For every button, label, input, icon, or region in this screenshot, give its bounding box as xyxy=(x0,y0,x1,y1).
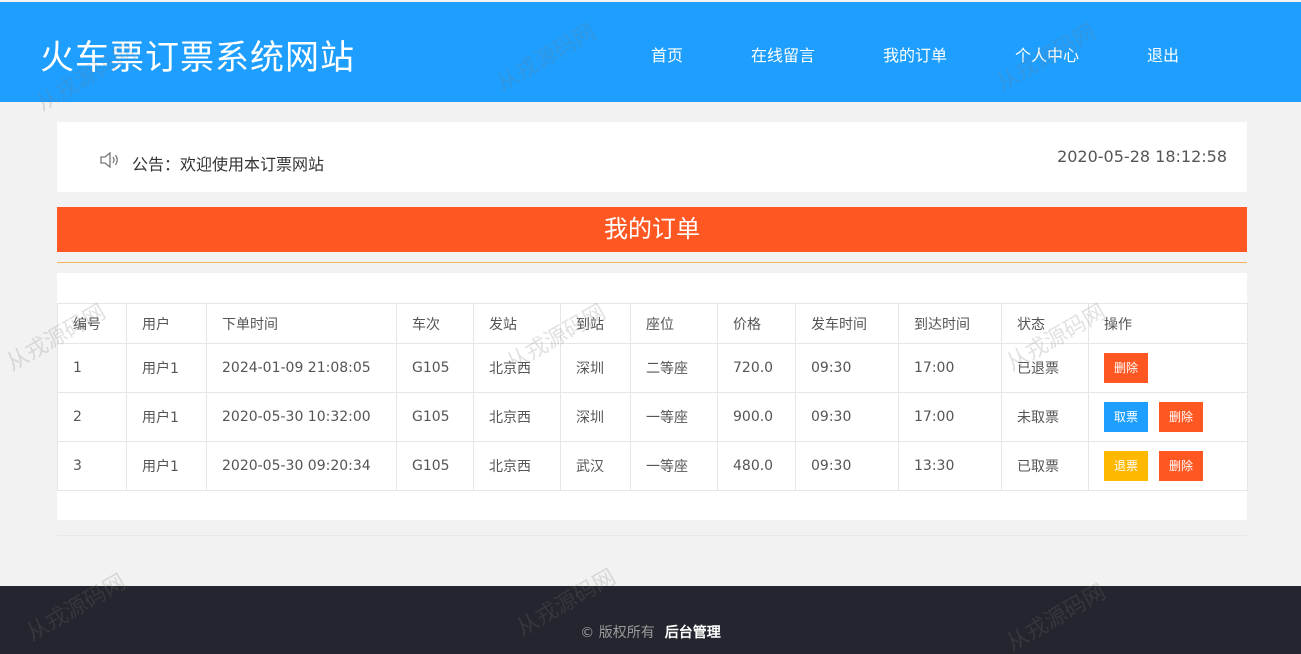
col-header-to: 到站 xyxy=(560,303,631,344)
cell-from: 北京西 xyxy=(473,392,561,442)
cell-status: 未取票 xyxy=(1001,392,1089,442)
delete-button[interactable]: 删除 xyxy=(1159,402,1204,432)
cell-order-time: 2020-05-30 09:20:34 xyxy=(206,441,397,491)
cell-price: 480.0 xyxy=(717,441,796,491)
cell-seat: 一等座 xyxy=(630,441,718,491)
cell-depart: 09:30 xyxy=(795,392,899,442)
cell-to: 武汉 xyxy=(560,441,631,491)
section-divider xyxy=(57,262,1247,263)
cell-actions: 删除 xyxy=(1088,343,1248,393)
col-header-seat: 座位 xyxy=(630,303,718,344)
cell-order-time: 2020-05-30 10:32:00 xyxy=(206,392,397,442)
col-header-from: 发站 xyxy=(473,303,561,344)
col-header-arrive: 到达时间 xyxy=(898,303,1002,344)
cell-train: G105 xyxy=(396,441,474,491)
cell-arrive: 17:00 xyxy=(898,343,1002,393)
table-row: 3 用户1 2020-05-30 09:20:34 G105 北京西 武汉 一等… xyxy=(57,441,1248,491)
section-title: 我的订单 xyxy=(57,207,1247,252)
cell-price: 900.0 xyxy=(717,392,796,442)
cell-train: G105 xyxy=(396,392,474,442)
col-header-actions: 操作 xyxy=(1088,303,1248,344)
notice-text: 公告：欢迎使用本订票网站 xyxy=(132,151,324,175)
cell-actions: 取票 删除 xyxy=(1088,392,1248,442)
speaker-icon xyxy=(99,150,121,170)
cell-arrive: 17:00 xyxy=(898,392,1002,442)
orders-table: 编号 用户 下单时间 车次 发站 到站 座位 价格 发车时间 到达时间 状态 操… xyxy=(57,303,1248,491)
cell-user: 用户1 xyxy=(126,392,207,442)
col-header-price: 价格 xyxy=(717,303,796,344)
table-row: 2 用户1 2020-05-30 10:32:00 G105 北京西 深圳 一等… xyxy=(57,392,1248,442)
col-header-depart: 发车时间 xyxy=(795,303,899,344)
cell-depart: 09:30 xyxy=(795,441,899,491)
nav-profile[interactable]: 个人中心 xyxy=(1015,42,1079,66)
table-header-row: 编号 用户 下单时间 车次 发站 到站 座位 价格 发车时间 到达时间 状态 操… xyxy=(57,303,1248,344)
nav-home[interactable]: 首页 xyxy=(651,42,683,66)
cell-to: 深圳 xyxy=(560,392,631,442)
cell-train: G105 xyxy=(396,343,474,393)
pickup-ticket-button[interactable]: 取票 xyxy=(1104,402,1149,432)
cell-price: 720.0 xyxy=(717,343,796,393)
cell-seat: 一等座 xyxy=(630,392,718,442)
cell-id: 1 xyxy=(57,343,127,393)
refund-ticket-button[interactable]: 退票 xyxy=(1104,451,1149,481)
copyright-text: © 版权所有 xyxy=(580,625,655,641)
cell-user: 用户1 xyxy=(126,343,207,393)
site-footer: © 版权所有 后台管理 xyxy=(0,586,1301,654)
admin-link[interactable]: 后台管理 xyxy=(665,625,721,641)
col-header-train: 车次 xyxy=(396,303,474,344)
nav-my-orders[interactable]: 我的订单 xyxy=(883,42,947,66)
cell-user: 用户1 xyxy=(126,441,207,491)
delete-button[interactable]: 删除 xyxy=(1159,451,1204,481)
content-divider xyxy=(57,535,1247,536)
cell-arrive: 13:30 xyxy=(898,441,1002,491)
col-header-id: 编号 xyxy=(57,303,127,344)
cell-from: 北京西 xyxy=(473,441,561,491)
cell-from: 北京西 xyxy=(473,343,561,393)
site-header: 火车票订票系统网站 首页 在线留言 我的订单 个人中心 退出 xyxy=(0,2,1301,102)
col-header-user: 用户 xyxy=(126,303,207,344)
cell-depart: 09:30 xyxy=(795,343,899,393)
nav-logout[interactable]: 退出 xyxy=(1147,42,1179,66)
notice-bar: 公告：欢迎使用本订票网站 2020-05-28 18:12:58 xyxy=(57,122,1247,192)
cell-to: 深圳 xyxy=(560,343,631,393)
cell-seat: 二等座 xyxy=(630,343,718,393)
cell-actions: 退票 删除 xyxy=(1088,441,1248,491)
nav-messages[interactable]: 在线留言 xyxy=(751,42,815,66)
notice-label: 公告： xyxy=(132,155,181,174)
orders-panel: 编号 用户 下单时间 车次 发站 到站 座位 价格 发车时间 到达时间 状态 操… xyxy=(57,273,1248,520)
cell-id: 3 xyxy=(57,441,127,491)
main-nav: 首页 在线留言 我的订单 个人中心 退出 xyxy=(0,42,1301,66)
col-header-order-time: 下单时间 xyxy=(206,303,397,344)
col-header-status: 状态 xyxy=(1001,303,1089,344)
current-datetime: 2020-05-28 18:12:58 xyxy=(1057,147,1227,166)
cell-id: 2 xyxy=(57,392,127,442)
cell-order-time: 2024-01-09 21:08:05 xyxy=(206,343,397,393)
cell-status: 已取票 xyxy=(1001,441,1089,491)
cell-status: 已退票 xyxy=(1001,343,1089,393)
delete-button[interactable]: 删除 xyxy=(1104,353,1149,383)
notice-message: 欢迎使用本订票网站 xyxy=(180,155,325,174)
table-row: 1 用户1 2024-01-09 21:08:05 G105 北京西 深圳 二等… xyxy=(57,343,1248,393)
